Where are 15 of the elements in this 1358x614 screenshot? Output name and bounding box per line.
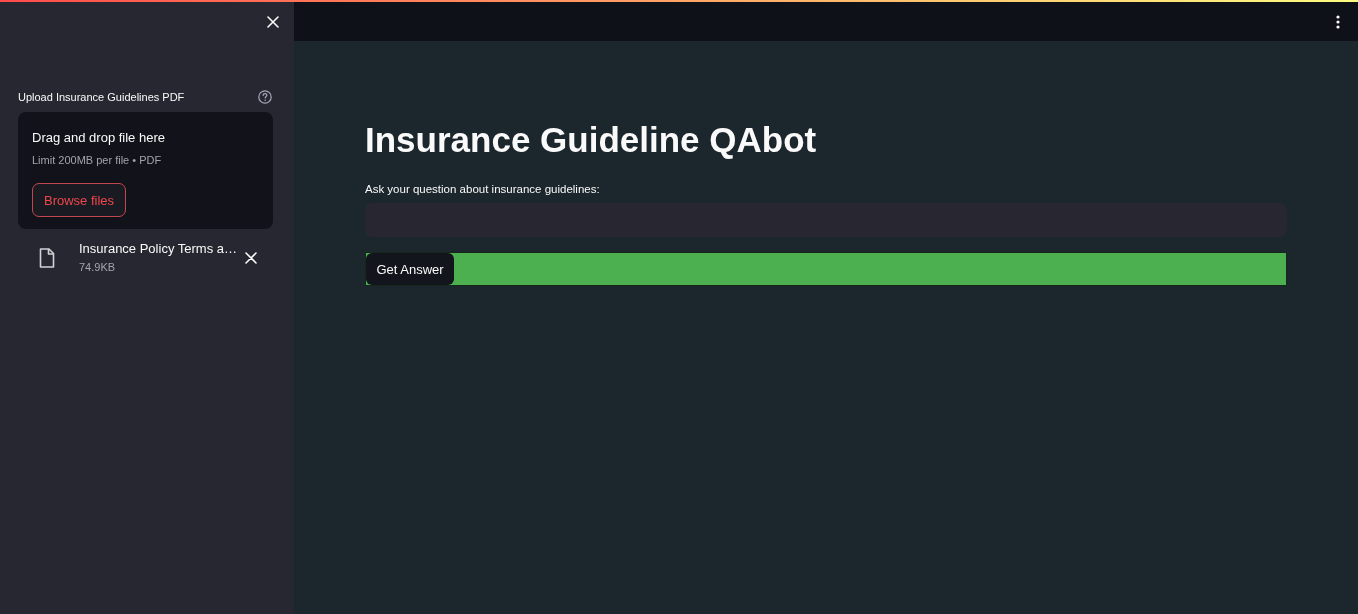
file-name: Insurance Policy Terms a… bbox=[79, 240, 237, 258]
file-dropzone[interactable]: Drag and drop file here Limit 200MB per file • PDF Browse files bbox=[18, 112, 273, 229]
uploader-label: Upload Insurance Guidelines PDF bbox=[18, 90, 185, 105]
page-title: Insurance Guideline QAbot bbox=[365, 119, 817, 161]
menu-icon bbox=[1336, 14, 1340, 29]
dropzone-title: Drag and drop file here bbox=[32, 129, 165, 147]
close-icon bbox=[267, 16, 279, 28]
file-size: 74.9KB bbox=[79, 260, 116, 275]
get-answer-button[interactable]: Get Answer bbox=[366, 253, 454, 285]
browse-files-button[interactable]: Browse files bbox=[32, 183, 127, 217]
close-icon bbox=[245, 251, 257, 264]
question-label: Ask your question about insurance guidelines: bbox=[365, 182, 600, 197]
file-icon bbox=[39, 247, 55, 268]
dropzone-hint: Limit 200MB per file • PDF bbox=[32, 153, 162, 168]
help-icon[interactable] bbox=[258, 90, 272, 104]
